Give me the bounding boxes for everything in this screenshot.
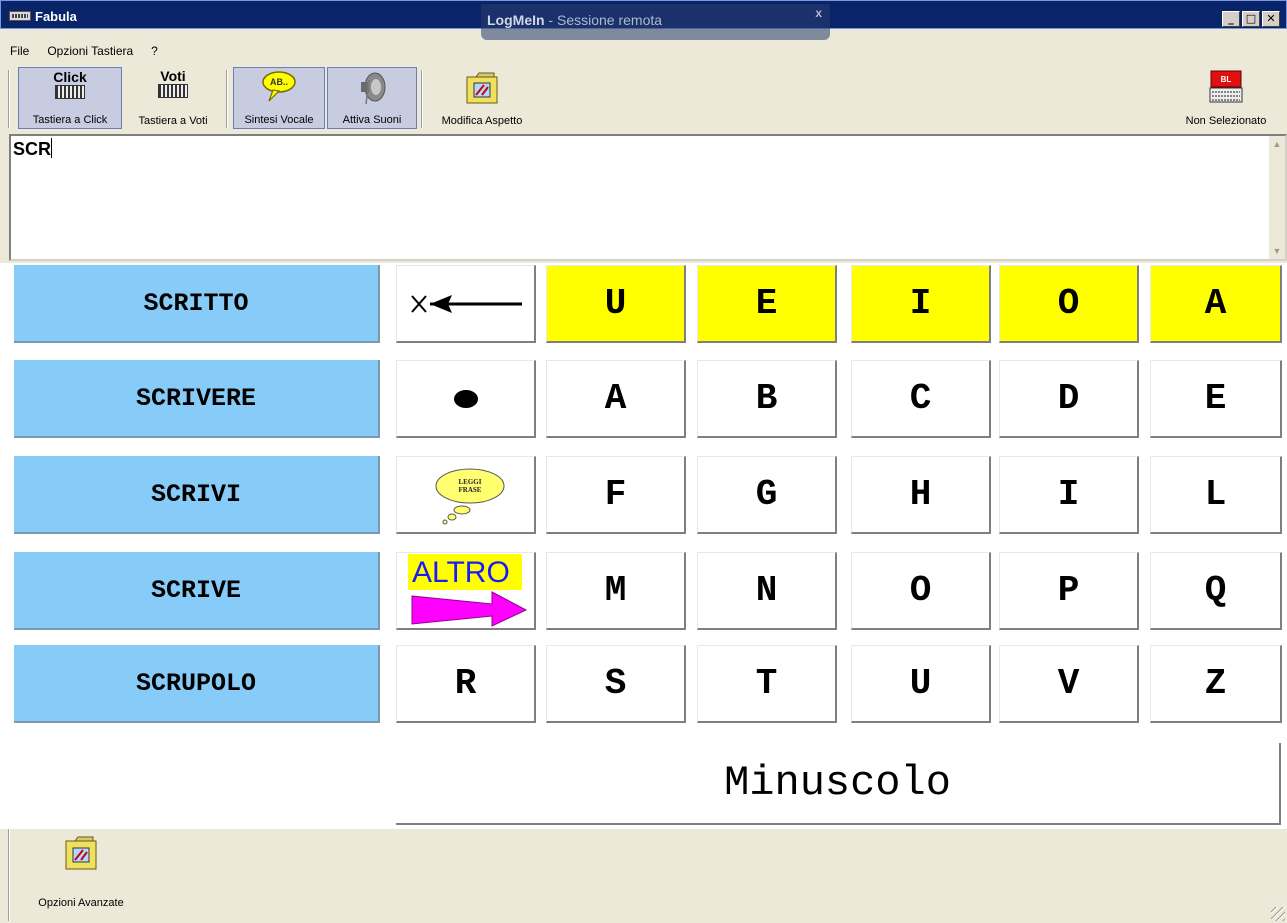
letter-key-r[interactable]: R bbox=[396, 645, 536, 723]
text-scrollbar[interactable]: ▲ ▼ bbox=[1269, 136, 1285, 259]
vote-title: Voti bbox=[160, 68, 186, 84]
click-keyboard-label: Tastiera a Click bbox=[32, 114, 108, 126]
tools-folder-icon bbox=[65, 836, 97, 870]
svg-text:AB..: AB.. bbox=[270, 77, 288, 87]
composed-text: SCR bbox=[13, 138, 53, 159]
svg-text:ALTRO: ALTRO bbox=[412, 556, 510, 589]
letter-key-q[interactable]: Q bbox=[1150, 552, 1282, 630]
right-arrow-icon: ALTRO bbox=[407, 553, 527, 627]
letter-key-g[interactable]: G bbox=[697, 456, 837, 534]
letter-key-z[interactable]: Z bbox=[1150, 645, 1282, 723]
vowel-key-e[interactable]: E bbox=[697, 265, 837, 343]
letter-key-d[interactable]: D bbox=[999, 360, 1139, 438]
sounds-button[interactable]: Attiva Suoni bbox=[327, 67, 417, 129]
letter-key-l[interactable]: L bbox=[1150, 456, 1282, 534]
overlay-close-icon[interactable]: x bbox=[815, 6, 822, 20]
keyboard-icon bbox=[158, 84, 188, 98]
window-controls: _ □ ✕ bbox=[1222, 11, 1280, 27]
remote-session-title: LogMeIn - Sessione remota bbox=[487, 12, 663, 28]
letter-key-e[interactable]: E bbox=[1150, 360, 1282, 438]
letter-key-b[interactable]: B bbox=[697, 360, 837, 438]
vote-keyboard-button[interactable]: Voti Tastiera a Voti bbox=[124, 67, 222, 129]
svg-text:BL: BL bbox=[1221, 75, 1232, 84]
letter-key-m[interactable]: M bbox=[546, 552, 686, 630]
letter-key-o[interactable]: O bbox=[851, 552, 991, 630]
menu-bar: File Opzioni Tastiera ? bbox=[0, 40, 1287, 62]
other-keys-button[interactable]: ALTRO bbox=[396, 552, 536, 630]
window-title: Fabula bbox=[35, 9, 77, 24]
keyboard-icon bbox=[55, 85, 85, 99]
toolbar-separator bbox=[421, 70, 423, 128]
vowel-key-o[interactable]: O bbox=[999, 265, 1139, 343]
letter-key-i[interactable]: I bbox=[999, 456, 1139, 534]
tools-folder-icon bbox=[466, 72, 498, 104]
menu-file[interactable]: File bbox=[0, 40, 37, 62]
app-keyboard-icon bbox=[9, 11, 31, 21]
toolbar-grip bbox=[8, 70, 10, 128]
vowel-key-i[interactable]: I bbox=[851, 265, 991, 343]
letter-key-u[interactable]: U bbox=[851, 645, 991, 723]
advanced-options-button[interactable]: Opzioni Avanzate bbox=[22, 833, 140, 919]
minimize-button[interactable]: _ bbox=[1222, 11, 1240, 27]
maximize-button[interactable]: □ bbox=[1242, 11, 1260, 27]
speech-synthesis-button[interactable]: AB.. Sintesi Vocale bbox=[233, 67, 325, 129]
keyboard-status-indicator: BL Non Selezionato bbox=[1172, 67, 1280, 129]
vowel-key-a[interactable]: A bbox=[1150, 265, 1282, 343]
suggestion-button[interactable]: SCRUPOLO bbox=[14, 645, 380, 723]
close-button[interactable]: ✕ bbox=[1262, 11, 1280, 27]
sounds-label: Attiva Suoni bbox=[342, 114, 402, 126]
lowercase-toggle-key[interactable]: Minuscolo bbox=[396, 743, 1281, 825]
read-phrase-key[interactable]: LEGGI FRASE bbox=[396, 456, 536, 534]
letter-key-p[interactable]: P bbox=[999, 552, 1139, 630]
svg-text:FRASE: FRASE bbox=[458, 486, 481, 494]
period-key[interactable] bbox=[396, 360, 536, 438]
vote-keyboard-label: Tastiera a Voti bbox=[138, 115, 208, 127]
click-keyboard-button[interactable]: Click Tastiera a Click bbox=[18, 67, 122, 129]
speech-synthesis-label: Sintesi Vocale bbox=[244, 114, 314, 126]
keyboard-status-icon: BL bbox=[1209, 70, 1243, 103]
dot-icon bbox=[453, 389, 478, 408]
edit-appearance-button[interactable]: Modifica Aspetto bbox=[428, 67, 536, 129]
click-title: Click bbox=[53, 69, 87, 85]
letter-key-c[interactable]: C bbox=[851, 360, 991, 438]
onscreen-keyboard: SCRITTO SCRIVERE SCRIVI SCRIVE SCRUPOLO … bbox=[0, 263, 1287, 829]
speaker-icon bbox=[361, 72, 386, 105]
backspace-arrow-icon bbox=[410, 294, 522, 313]
menu-keyboard-options[interactable]: Opzioni Tastiera bbox=[37, 40, 141, 62]
vowel-key-u[interactable]: U bbox=[546, 265, 686, 343]
text-caret bbox=[51, 138, 53, 158]
menu-help[interactable]: ? bbox=[141, 40, 166, 62]
suggestion-button[interactable]: SCRIVI bbox=[14, 456, 380, 534]
letter-key-t[interactable]: T bbox=[697, 645, 837, 723]
remote-session-overlay: LogMeIn - Sessione remota x bbox=[481, 4, 830, 40]
letter-key-n[interactable]: N bbox=[697, 552, 837, 630]
toolbar: Click Tastiera a Click Voti Tastiera a V… bbox=[0, 62, 1287, 130]
advanced-options-label: Opzioni Avanzate bbox=[38, 897, 124, 909]
speech-bubble-icon: AB.. bbox=[262, 71, 296, 102]
svg-text:LEGGI: LEGGI bbox=[458, 478, 481, 486]
scroll-up-icon[interactable]: ▲ bbox=[1269, 136, 1285, 152]
backspace-key[interactable] bbox=[396, 265, 536, 343]
resize-grip[interactable] bbox=[1271, 907, 1285, 921]
composed-text-area[interactable]: SCR ▲ ▼ bbox=[9, 134, 1287, 261]
bottom-panel: Opzioni Avanzate bbox=[0, 829, 1287, 923]
panel-grip bbox=[8, 829, 10, 921]
toolbar-separator bbox=[226, 70, 228, 128]
keyboard-status-label: Non Selezionato bbox=[1185, 115, 1267, 127]
suggestion-button[interactable]: SCRITTO bbox=[14, 265, 380, 343]
edit-appearance-label: Modifica Aspetto bbox=[441, 115, 523, 127]
thought-bubble-icon: LEGGI FRASE bbox=[435, 468, 504, 524]
letter-key-a[interactable]: A bbox=[546, 360, 686, 438]
scroll-down-icon[interactable]: ▼ bbox=[1269, 243, 1285, 259]
suggestion-button[interactable]: SCRIVERE bbox=[14, 360, 380, 438]
letter-key-s[interactable]: S bbox=[546, 645, 686, 723]
letter-key-f[interactable]: F bbox=[546, 456, 686, 534]
letter-key-v[interactable]: V bbox=[999, 645, 1139, 723]
letter-key-h[interactable]: H bbox=[851, 456, 991, 534]
suggestion-button[interactable]: SCRIVE bbox=[14, 552, 380, 630]
